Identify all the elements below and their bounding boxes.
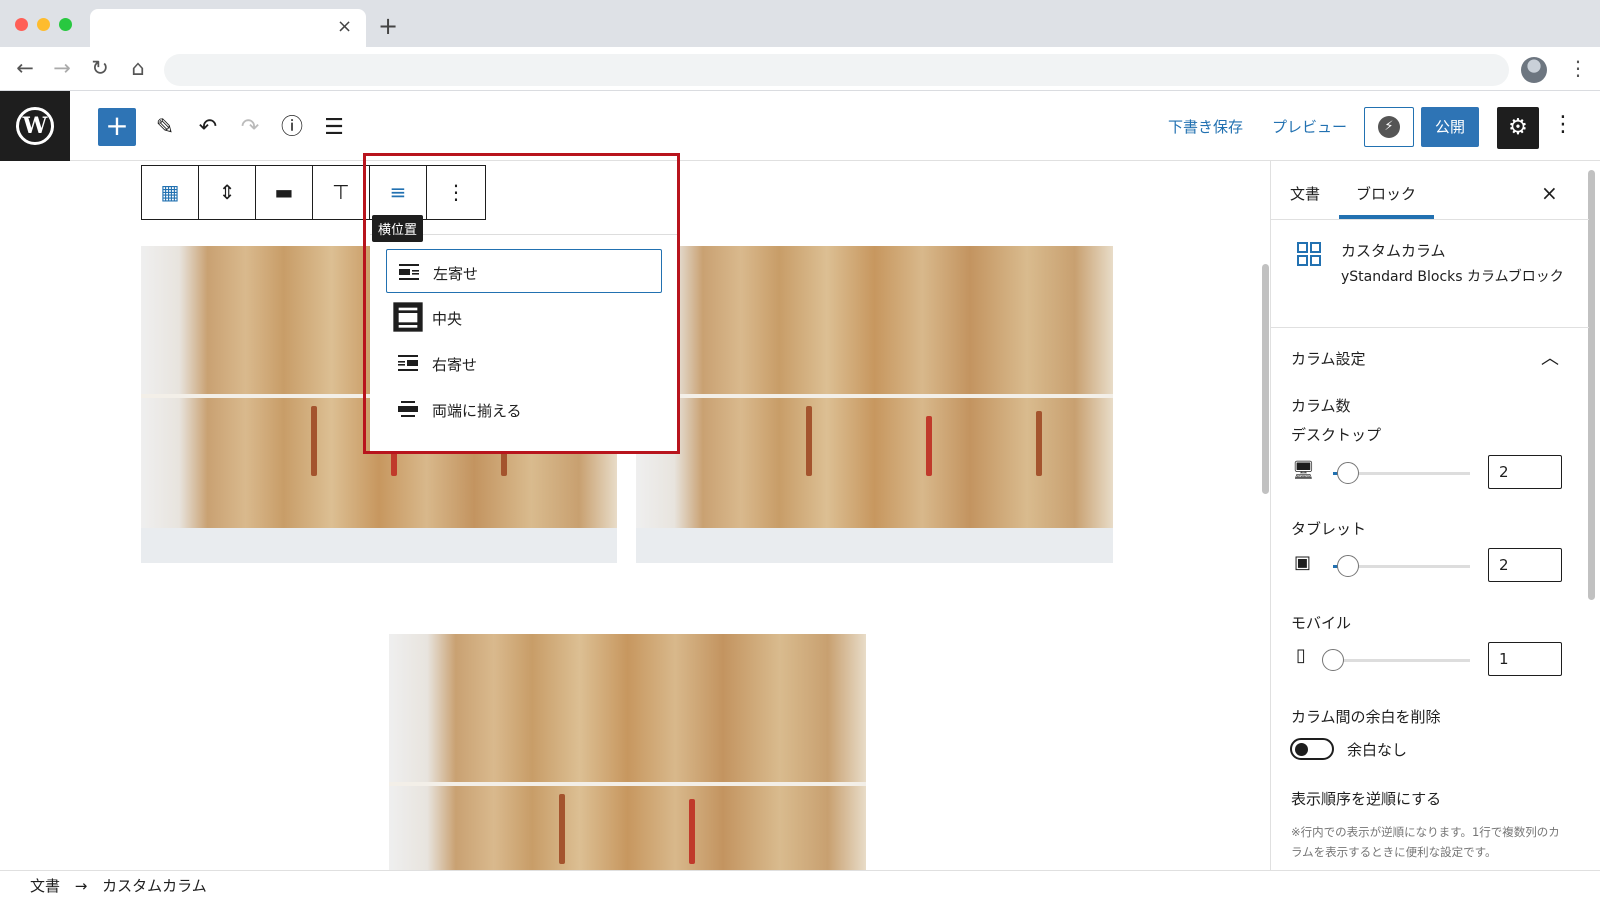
- home-icon[interactable]: ⌂: [126, 56, 150, 80]
- align-full-icon: ▬: [274, 180, 294, 204]
- reload-icon[interactable]: ↻: [88, 56, 112, 80]
- mobile-icon: ▯: [1296, 645, 1306, 666]
- info-icon[interactable]: ⓘ: [276, 112, 308, 144]
- address-bar[interactable]: [164, 54, 1509, 86]
- tablet-icon: ▣: [1294, 552, 1312, 573]
- columns-icon: ▦: [160, 180, 180, 204]
- image-floor: [636, 528, 1113, 563]
- breadcrumb-separator: →: [74, 877, 88, 895]
- tablet-columns-input[interactable]: 2: [1488, 548, 1562, 582]
- profile-avatar[interactable]: [1521, 57, 1547, 83]
- image-detail: [1036, 411, 1042, 476]
- publish-button[interactable]: 公開: [1421, 107, 1479, 147]
- editor-scrollbar[interactable]: [1262, 264, 1269, 494]
- back-icon[interactable]: ←: [13, 56, 37, 80]
- columns-icon: [1297, 242, 1321, 266]
- mobile-columns-input[interactable]: 1: [1488, 642, 1562, 676]
- close-window-button[interactable]: [15, 18, 28, 31]
- tab-block[interactable]: ブロック: [1356, 183, 1416, 204]
- image-detail: [806, 406, 812, 476]
- desktop-columns-input[interactable]: 2: [1488, 455, 1562, 489]
- close-sidebar-icon[interactable]: ×: [1541, 181, 1558, 205]
- block-align-button[interactable]: ▬: [256, 166, 313, 219]
- image-detail: [559, 794, 565, 864]
- mobile-label: モバイル: [1291, 614, 1352, 632]
- redo-icon[interactable]: ↷: [234, 112, 266, 144]
- list-view-icon[interactable]: ☰: [318, 112, 350, 144]
- editor-footer: [0, 870, 1600, 899]
- divider: [1271, 327, 1589, 328]
- column-image-3[interactable]: [389, 634, 866, 870]
- up-down-icon: ⇕: [218, 180, 236, 204]
- breadcrumb-item-block[interactable]: カスタムカラム: [102, 877, 207, 895]
- image-shelf: [389, 782, 866, 786]
- more-options-icon[interactable]: ⋮: [1552, 112, 1574, 137]
- annotation-highlight-box: [363, 153, 680, 454]
- undo-icon[interactable]: ↶: [192, 112, 224, 144]
- tooltip: 横位置: [372, 215, 424, 242]
- minimize-window-button[interactable]: [37, 18, 50, 31]
- image-shelf: [636, 394, 1113, 398]
- tablet-label: タブレット: [1291, 520, 1367, 538]
- tablet-slider-thumb[interactable]: [1337, 555, 1360, 577]
- new-tab-button[interactable]: +: [378, 12, 398, 40]
- browser-menu-icon[interactable]: ⋮: [1568, 56, 1588, 80]
- tab-close-icon[interactable]: ×: [337, 16, 352, 37]
- wordpress-logo[interactable]: W: [0, 91, 70, 161]
- image-detail: [689, 799, 695, 864]
- gap-label: カラム間の余白を削除: [1291, 708, 1441, 726]
- reverse-order-help: ※行内での表示が逆順になります。1行で複数列のカラムを表示するときに便利な設定で…: [1291, 825, 1560, 859]
- vertical-align-button[interactable]: ⊤: [313, 166, 370, 219]
- chevron-up-icon[interactable]: ︿: [1541, 344, 1559, 370]
- mobile-slider-track[interactable]: [1333, 659, 1470, 662]
- breadcrumb-item-document[interactable]: 文書: [30, 877, 60, 895]
- add-block-button[interactable]: +: [98, 108, 136, 146]
- block-name: カスタムカラム: [1341, 242, 1446, 260]
- save-draft-button[interactable]: 下書き保存: [1168, 116, 1243, 137]
- column-image-2[interactable]: [636, 246, 1113, 563]
- sidebar-scrollbar[interactable]: [1588, 170, 1595, 600]
- column-count-label: カラム数: [1291, 397, 1351, 415]
- gap-toggle-label: 余白なし: [1347, 741, 1408, 759]
- remove-gap-toggle[interactable]: [1290, 738, 1334, 760]
- image-floor: [141, 528, 617, 563]
- desktop-label: デスクトップ: [1291, 426, 1382, 444]
- browser-tab[interactable]: [90, 9, 366, 47]
- breadcrumb: 文書 → カスタムカラム: [30, 875, 207, 896]
- desktop-icon: 🖥: [1292, 460, 1315, 481]
- edit-pencil-icon[interactable]: ✎: [149, 112, 181, 144]
- divider: [1271, 219, 1589, 220]
- bolt-icon: ⚡: [1378, 116, 1400, 138]
- image-detail: [926, 416, 932, 476]
- jetpack-button[interactable]: ⚡: [1364, 107, 1414, 147]
- desktop-slider-thumb[interactable]: [1337, 462, 1360, 484]
- toggle-knob: [1295, 743, 1308, 756]
- align-top-icon: ⊤: [332, 180, 350, 204]
- mobile-slider-thumb[interactable]: [1322, 649, 1344, 671]
- preview-button[interactable]: プレビュー: [1272, 116, 1347, 137]
- block-type-button[interactable]: ▦: [142, 166, 199, 219]
- panel-title[interactable]: カラム設定: [1291, 348, 1366, 369]
- reverse-order-label: 表示順序を逆順にする: [1291, 790, 1442, 808]
- wordpress-logo-icon: W: [16, 107, 54, 145]
- forward-icon[interactable]: →: [50, 56, 74, 80]
- image-detail: [311, 406, 317, 476]
- maximize-window-button[interactable]: [59, 18, 72, 31]
- move-block-button[interactable]: ⇕: [199, 166, 256, 219]
- settings-gear-button[interactable]: ⚙: [1497, 107, 1539, 149]
- block-description: yStandard Blocks カラムブロック: [1341, 269, 1564, 285]
- tab-document[interactable]: 文書: [1290, 183, 1320, 204]
